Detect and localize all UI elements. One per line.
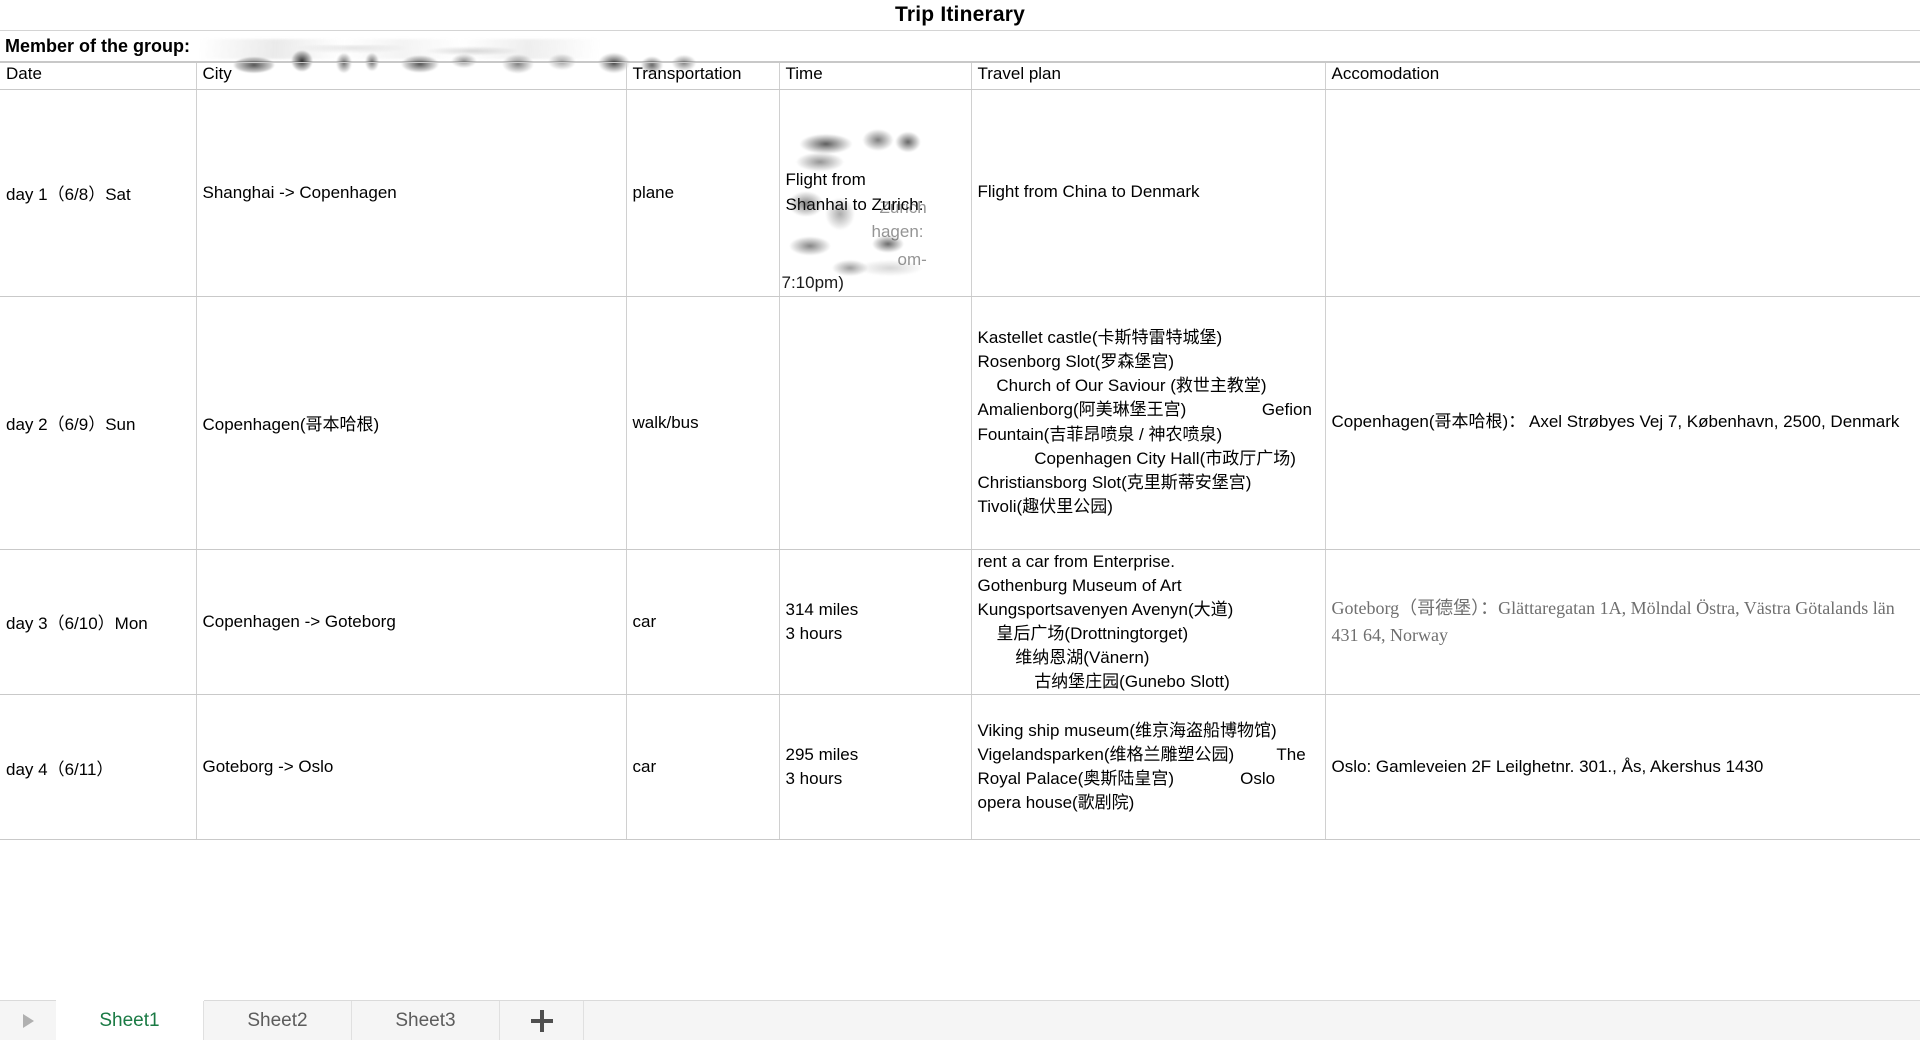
cell-time-day4[interactable]: 295 miles 3 hours: [779, 694, 972, 841]
cell-date-day3[interactable]: day 3（6/10）Mon: [0, 549, 197, 696]
cell-transportation-day2[interactable]: walk/bus: [626, 296, 780, 550]
cell-travel-plan-day2-text: Kastellet castle(卡斯特雷特城堡) Rosenborg Slot…: [977, 328, 1312, 516]
cell-accomodation-day4[interactable]: Oslo: Gamleveien 2F Leilghetnr. 301., Ås…: [1325, 694, 1920, 841]
cell-travel-plan-day1-text: Flight from China to Denmark: [977, 182, 1200, 202]
cell-accomodation-day1[interactable]: [1325, 89, 1920, 297]
cell-accomodation-day3[interactable]: Goteborg（哥德堡）：Glättaregatan 1A, Mölndal …: [1325, 549, 1920, 696]
cell-city-day4[interactable]: Goteborg -> Oslo: [196, 694, 627, 841]
cell-accomodation-day2[interactable]: Copenhagen(哥本哈根)： Axel Strøbyes Vej 7, K…: [1325, 296, 1920, 550]
cell-time-day3[interactable]: 314 miles 3 hours: [779, 549, 972, 696]
itinerary-table: Date City Transportation Time Travel pla…: [0, 63, 1920, 841]
title-row: Trip Itinerary: [0, 0, 1920, 30]
cell-travel-plan-day3-text: rent a car from Enterprise. Gothenburg M…: [977, 551, 1234, 692]
sheet-tab-bar: Sheet1 Sheet2 Sheet3: [0, 1000, 1920, 1040]
cell-city-day2[interactable]: Copenhagen(哥本哈根): [196, 296, 627, 550]
sheet-nav-next-button[interactable]: [0, 1001, 56, 1040]
cell-transportation-day3[interactable]: car: [626, 549, 780, 696]
cell-time-day1[interactable]: Flight from Shanhai to Zurich: Zurich ha…: [779, 89, 972, 297]
cell-travel-plan-day2[interactable]: Kastellet castle(卡斯特雷特城堡) Rosenborg Slot…: [971, 296, 1326, 550]
sheet-tab-sheet3[interactable]: Sheet3: [352, 1001, 500, 1040]
table-row: day 1（6/8）Sat Shanghai -> Copenhagen pla…: [0, 89, 1920, 297]
cell-date-day4[interactable]: day 4（6/11）: [0, 694, 197, 841]
cell-date-day2[interactable]: day 2（6/9）Sun: [0, 296, 197, 550]
header-cell-city[interactable]: City: [196, 63, 627, 90]
cell-transportation-day4[interactable]: car: [626, 694, 780, 841]
header-cell-transportation[interactable]: Transportation: [626, 63, 780, 90]
header-cell-accomodation[interactable]: Accomodation: [1325, 63, 1920, 90]
cell-accomodation-day4-text: Oslo: Gamleveien 2F Leilghetnr. 301., Ås…: [1331, 757, 1764, 777]
cell-accomodation-day2-text: Copenhagen(哥本哈根)： Axel Strøbyes Vej 7, K…: [1331, 412, 1900, 432]
cell-transportation-day1[interactable]: plane: [626, 89, 780, 297]
cell-city-day1[interactable]: Shanghai -> Copenhagen: [196, 89, 627, 297]
cell-travel-plan-day4-text: Viking ship museum(维京海盗船博物馆) Vigelandspa…: [977, 721, 1311, 813]
spreadsheet-grid[interactable]: Date City Transportation Time Travel pla…: [0, 62, 1920, 1000]
add-sheet-button[interactable]: [500, 1001, 584, 1040]
cell-time-day1-ghost-pm: om-: [897, 249, 927, 269]
header-cell-date[interactable]: Date: [0, 63, 197, 90]
table-row: day 4（6/11） Goteborg -> Oslo car 295 mil…: [0, 694, 1920, 841]
member-row: Member of the group:: [0, 30, 1920, 87]
page-title: Trip Itinerary: [894, 3, 1025, 26]
cell-travel-plan-day3[interactable]: rent a car from Enterprise. Gothenburg M…: [971, 549, 1326, 696]
header-cell-time[interactable]: Time: [779, 63, 972, 90]
triangle-right-icon: [22, 1013, 34, 1028]
cell-time-day1-ghost-hagen: hagen:: [871, 221, 924, 241]
header-cell-travel-plan[interactable]: Travel plan: [971, 63, 1326, 90]
member-label: Member of the group:: [5, 36, 190, 56]
cell-time-day3-text: 314 miles 3 hours: [785, 599, 859, 643]
table-row: day 2（6/9）Sun Copenhagen(哥本哈根) walk/bus …: [0, 296, 1920, 550]
sheet-tab-sheet2[interactable]: Sheet2: [204, 1001, 352, 1040]
cell-time-day2[interactable]: [779, 296, 972, 550]
spreadsheet-app: Trip Itinerary Member of the group: Date…: [0, 0, 1920, 1040]
sheet-tab-sheet1[interactable]: Sheet1: [56, 1001, 204, 1040]
cell-time-day1-ghost-zurich: Zurich: [879, 197, 927, 217]
cell-time-day4-text: 295 miles 3 hours: [785, 745, 859, 789]
table-row: day 3（6/10）Mon Copenhagen -> Goteborg ca…: [0, 549, 1920, 696]
plus-icon: [530, 1009, 553, 1032]
cell-travel-plan-day1[interactable]: Flight from China to Denmark: [971, 89, 1326, 297]
cell-city-day3[interactable]: Copenhagen -> Goteborg: [196, 549, 627, 696]
cell-time-day1-text: Flight from Shanhai to Zurich:: [785, 170, 924, 214]
redaction-smear-icon: [200, 39, 620, 59]
cell-date-day1[interactable]: day 1（6/8）Sat: [0, 89, 197, 297]
cell-travel-plan-day4[interactable]: Viking ship museum(维京海盗船博物馆) Vigelandspa…: [971, 694, 1326, 841]
cell-accomodation-day3-text: Goteborg（哥德堡）：Glättaregatan 1A, Mölndal …: [1331, 597, 1900, 645]
table-header-row: Date City Transportation Time Travel pla…: [0, 63, 1920, 90]
cell-time-day1-tail: 7:10pm): [781, 272, 844, 292]
